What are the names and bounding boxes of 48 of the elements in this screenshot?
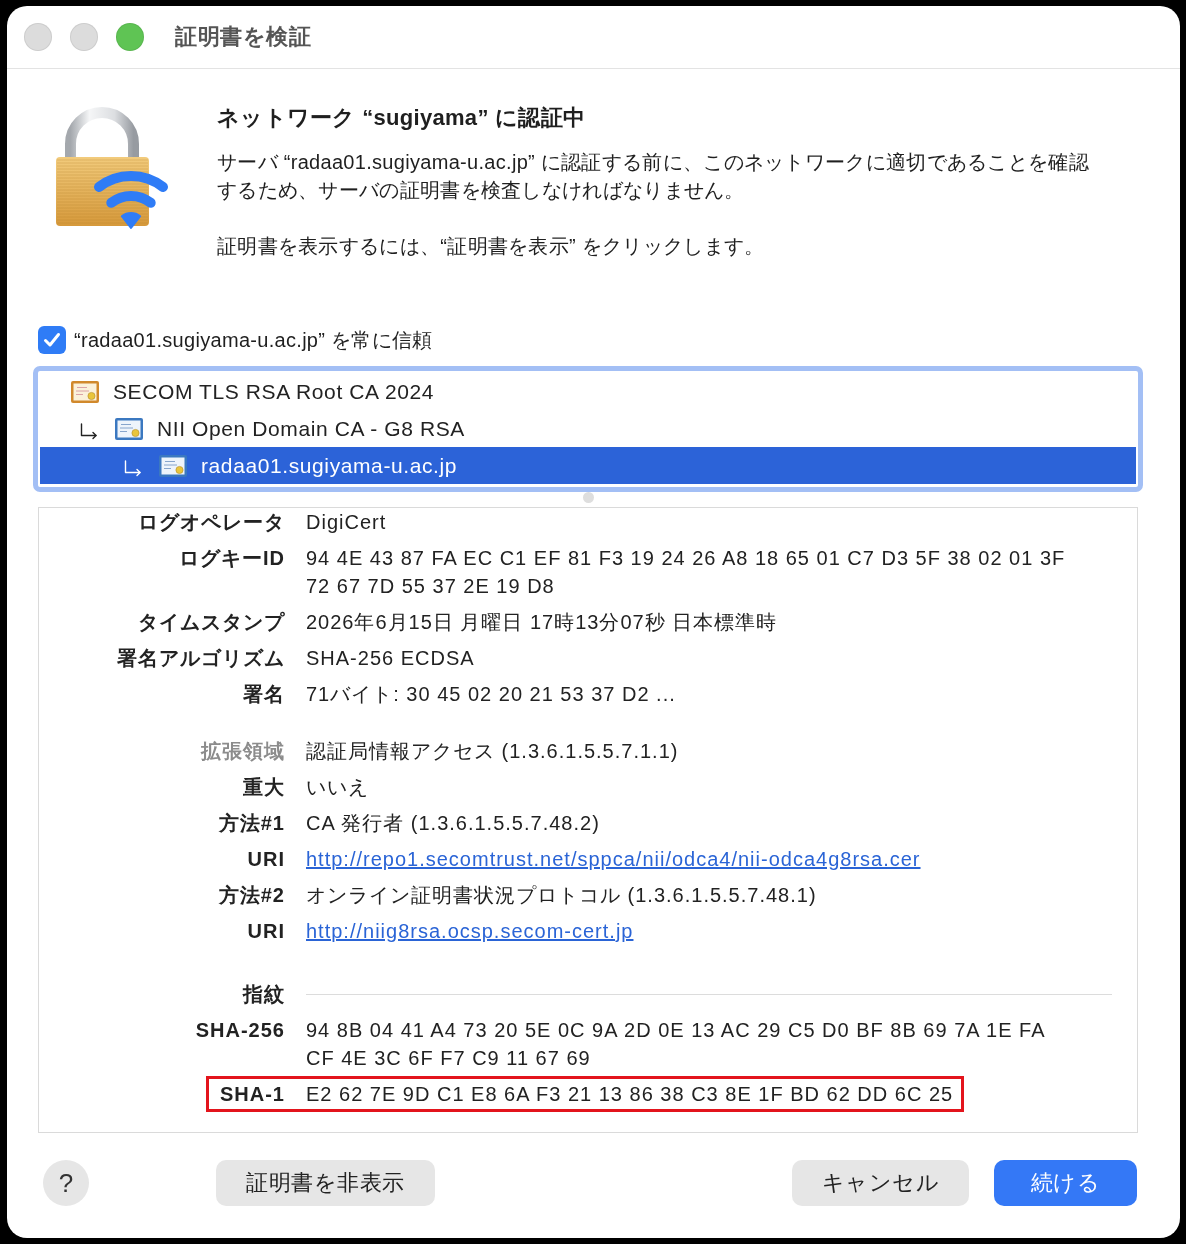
field-value: 94 8B 04 41 A4 73 20 5E 0C 9A 2D 0E 13 AC 29 C5 D0 BF 8B 69 7A 1E FA CF 4E 3C 6F F7 C9 11 67 69 — [306, 1018, 1046, 1071]
secondary-button[interactable]: 証明書を非表示 — [216, 1160, 435, 1206]
checkbox[interactable] — [38, 326, 66, 354]
section-label: 拡張領域 — [201, 740, 285, 762]
secondary-button[interactable]: キャンセル — [791, 1160, 969, 1206]
field-value: DigiCert — [306, 510, 387, 535]
certificate-icon — [71, 380, 99, 403]
field-label: 重大 — [243, 776, 285, 798]
field-label: SHA-1 — [220, 1083, 285, 1105]
primary-button[interactable]: 続ける — [994, 1160, 1137, 1206]
certificate-icon — [159, 454, 187, 477]
certificate-icon — [115, 417, 143, 440]
field-label: タイムスタンプ — [138, 611, 285, 633]
field-label: 署名アルゴリズム — [117, 647, 285, 669]
certificate-row[interactable]: SECOM TLS RSA Root CA 2024 — [40, 373, 1136, 410]
field-label: 方法#2 — [218, 884, 285, 906]
checkbox-label[interactable]: “radaa01.sugiyama-u.ac.jp” を常に信頼 — [74, 326, 433, 354]
field-value: オンライン証明書状況プロトコル (1.3.6.1.5.5.7.48.1) — [306, 883, 817, 908]
uri-link[interactable]: http://repo1.secomtrust.net/sppca/nii/odca4/nii-odca4g8rsa.cer — [306, 845, 921, 873]
field-label: 署名 — [243, 683, 285, 705]
field-value: E2 62 7E 9D C1 E8 6A F3 21 13 86 38 C3 8E 1F BD 62 DD 6C 25 — [306, 1082, 954, 1107]
field-value: いいえ — [306, 775, 369, 800]
hint-text: 証明書を表示するには、“証明書を表示” をクリックします。 — [217, 234, 766, 259]
hierarchy-arrow-icon — [80, 423, 98, 440]
field-label: URI — [247, 920, 285, 942]
window-title: 証明書を検証 — [175, 23, 311, 51]
field-label: 方法#1 — [218, 812, 285, 834]
splitter-handle[interactable] — [582, 492, 594, 503]
message-text: サーバ “radaa01.sugiyama-u.ac.jp” に認証する前に、このネットワークに適切であることを確認するため、サーバの証明書を検査しなければなりません。 — [217, 150, 1090, 203]
zoom-button[interactable] — [116, 23, 144, 51]
field-label: ログオペレータ — [138, 511, 285, 533]
field-label: 指紋 — [243, 983, 285, 1005]
hierarchy-arrow-icon — [124, 460, 142, 477]
dialog-title: ネットワーク “sugiyama” に認証中 — [217, 104, 587, 132]
field-value: 2026年6月15日 月曜日 17時13分07秒 日本標準時 — [306, 610, 778, 635]
field-value: 71バイト: 30 45 02 20 21 53 37 D2 ... — [306, 682, 676, 707]
field-value: 認証局情報アクセス (1.3.6.1.5.5.7.1.1) — [306, 739, 679, 764]
field-label: ログキーID — [179, 547, 285, 569]
certificate-row[interactable]: radaa01.sugiyama-u.ac.jp — [40, 447, 1136, 484]
field-label: SHA-256 — [195, 1019, 285, 1041]
uri-link[interactable]: http://niig8rsa.ocsp.secom-cert.jp — [306, 917, 634, 945]
help-button[interactable]: ? — [43, 1160, 89, 1206]
field-value: CA 発行者 (1.3.6.1.5.5.7.48.2) — [306, 811, 600, 836]
field-label: URI — [247, 848, 285, 870]
field-value: 94 4E 43 87 FA EC C1 EF 81 F3 19 24 26 A8 18 65 01 C7 D3 5F 38 02 01 3F 72 67 7D 55 37 2E 19 D8 — [306, 546, 1067, 599]
certificate-row[interactable]: NII Open Domain CA - G8 RSA — [40, 410, 1136, 447]
lock-wifi-icon — [55, 107, 169, 231]
field-value: SHA-256 ECDSA — [306, 646, 475, 671]
